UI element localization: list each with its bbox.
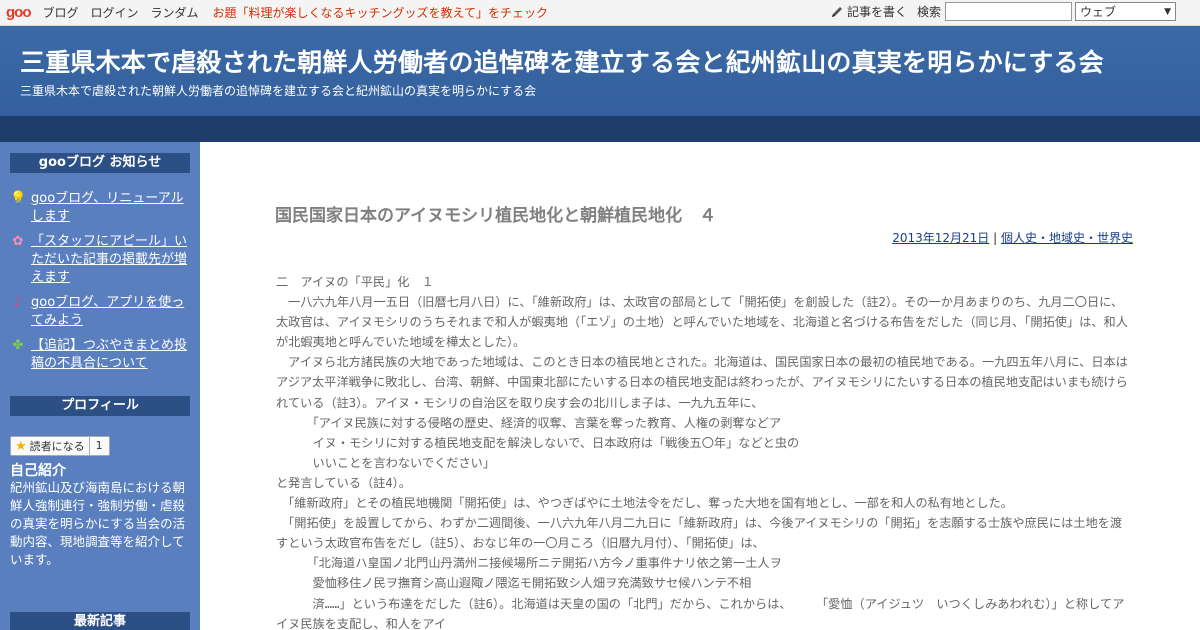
notice-item: ♪ gooブログ、アプリを使ってみよう — [10, 294, 190, 330]
post-paragraph: アイヌら北方諸民族の大地であった地域は、このとき日本の植民地とされた。北海道は、… — [276, 355, 1128, 410]
post-paragraph: 「維新政府」とその植民地機関「開拓使」は、やつぎばやに土地法令をだし、奪った大地… — [276, 496, 1013, 511]
search-label: 検索 — [916, 5, 941, 19]
post-body: 二 アイヌの「平民」化 １ 一八六九年八月一五日（旧暦七月八日）に、「維新政府」… — [276, 272, 1134, 630]
search-scope-select[interactable]: ウェブ ▼ — [1075, 2, 1176, 21]
post-date-link[interactable]: 2013年12月21日 — [892, 231, 989, 245]
post-quote: イヌ・モシリに対する植民地支配を解決しないで、日本政府は「戦後五〇年」などと虫の — [276, 435, 800, 450]
post-quote: 「アイヌ民族に対する侵略の歴史、経済的収奪、言葉を奪った教育、人権の剥奪などア — [276, 415, 782, 430]
notice-link[interactable]: 「スタッフにアピール」いただいた記事の掲載先が増えます — [31, 233, 190, 287]
flower-icon: ✿ — [12, 234, 24, 249]
post-meta: 2013年12月21日 | 個人史・地域史・世界史 — [892, 229, 1133, 246]
search-input[interactable] — [945, 2, 1072, 21]
nav-blog-link[interactable]: ブログ — [43, 4, 79, 21]
top-bar: goo ブログ ログイン ランダム お題「料理が楽しくなるキッチングッズを教えて… — [0, 0, 1200, 26]
notice-item: 💡 gooブログ、リニューアルします — [10, 190, 190, 226]
star-icon: ★ — [15, 438, 27, 454]
sidebar: gooブログ お知らせ 💡 gooブログ、リニューアルします ✿ 「スタッフにア… — [0, 142, 200, 630]
post-quote: 愛恤移住ノ民ヲ撫育シ高山遐陬ノ隈迄モ開拓致シ人畑ヲ充満致サセ候ハンテ不相 — [276, 576, 752, 591]
profile-heading: プロフィール — [10, 396, 190, 416]
goo-logo[interactable]: goo — [6, 4, 31, 21]
notice-link[interactable]: gooブログ、リニューアルします — [31, 190, 190, 226]
meta-separator: | — [989, 231, 1001, 245]
blog-title[interactable]: 三重県木本で虐殺された朝鮮人労働者の追悼碑を建立する会と紀州鉱山の真実を明らかに… — [20, 43, 1104, 79]
post-title[interactable]: 国民国家日本のアイヌモシリ植民地化と朝鮮植民地化 ４ — [275, 201, 716, 226]
recent-posts-heading: 最新記事 — [10, 612, 190, 630]
lightbulb-icon: 💡 — [10, 191, 27, 206]
pencil-icon — [831, 6, 842, 17]
follow-label: 読者になる — [29, 440, 85, 453]
intro-text: 紀州鉱山及び海南島における朝鮮人強制連行・強制労働・虐殺の真実を明らかにする当会… — [10, 480, 186, 567]
notice-link[interactable]: gooブログ、アプリを使ってみよう — [31, 294, 190, 330]
post-paragraph: 「開拓使」を設置してから、わずか二週間後、一八六九年八月二九日に「維新政府」は、… — [276, 516, 1123, 551]
follower-count: 1 — [88, 437, 109, 455]
blog-description: 三重県木本で虐殺された朝鮮人労働者の追悼碑を建立する会と紀州鉱山の真実を明らかに… — [20, 84, 537, 98]
post-paragraph: と発言している（註4）。 — [276, 475, 411, 490]
header-band — [0, 116, 1200, 142]
notice-link[interactable]: 【追記】つぶやきまとめ投稿の不具合について — [31, 337, 190, 373]
post-paragraph: 二 アイヌの「平民」化 １ — [276, 275, 434, 289]
post-quote: 済……」という布達をだした（註6）。北海道は天皇の国の「北門」だから、これからは… — [276, 596, 1125, 630]
topic-link[interactable]: お題「料理が楽しくなるキッチングッズを教えて」をチェック — [213, 4, 548, 21]
search-scope-value: ウェブ — [1080, 5, 1117, 19]
music-note-icon: ♪ — [13, 295, 23, 310]
post-quote: いいことを言わないでください」 — [276, 455, 496, 470]
notice-item: ✤ 【追記】つぶやきまとめ投稿の不具合について — [10, 337, 190, 373]
notice-heading: gooブログ お知らせ — [10, 153, 190, 173]
nav-random-link[interactable]: ランダム — [151, 4, 199, 21]
chevron-down-icon: ▼ — [1164, 6, 1171, 17]
clover-icon: ✤ — [12, 338, 24, 353]
follow-button[interactable]: ★ 読者になる 1 — [10, 436, 110, 456]
post-category-link[interactable]: 個人史・地域史・世界史 — [1001, 231, 1133, 245]
intro-heading: 自己紹介 — [10, 463, 66, 479]
topbar-right: 記事を書く 検索 ウェブ ▼ — [830, 2, 1176, 21]
notice-item: ✿ 「スタッフにアピール」いただいた記事の掲載先が増えます — [10, 233, 190, 287]
post-quote: 「北海道ハ皇国ノ北門山丹満州ニ接候場所ニテ開拓ハ方今ノ重事件ナリ依之第一土人ヲ — [276, 556, 782, 571]
write-article-link[interactable]: 記事を書く — [847, 3, 907, 20]
post-paragraph: 一八六九年八月一五日（旧暦七月八日）に、「維新政府」は、太政官の部局として「開拓… — [276, 295, 1128, 350]
blog-header: 三重県木本で虐殺された朝鮮人労働者の追悼碑を建立する会と紀州鉱山の真実を明らかに… — [0, 26, 1200, 116]
nav-login-link[interactable]: ログイン — [91, 4, 139, 21]
